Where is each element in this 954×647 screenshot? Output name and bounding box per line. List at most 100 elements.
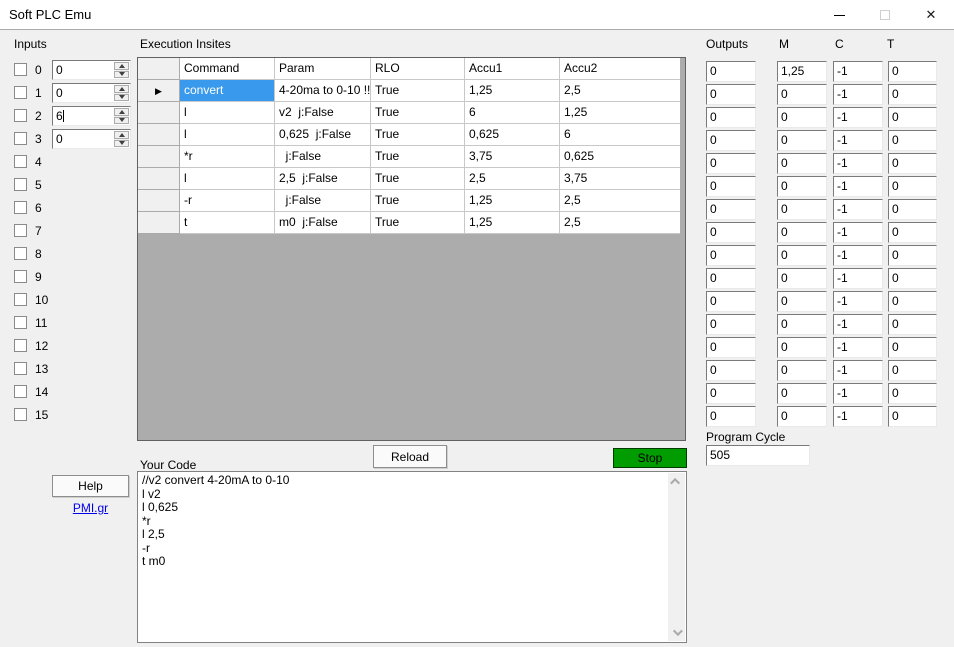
output-field[interactable]: 0	[706, 84, 756, 105]
t-field[interactable]: 0	[888, 245, 937, 266]
m-field[interactable]: 0	[777, 360, 827, 381]
t-field[interactable]: 0	[888, 130, 937, 151]
m-field[interactable]: 0	[777, 314, 827, 335]
code-text[interactable]: //v2 convert 4-20mA to 0-10 l v2 l 0,625…	[142, 474, 664, 640]
registers-panel: 0 1,25 -1 0 0 0 -1 0 0 0 -1 0 0 0 -1 0 0…	[0, 61, 954, 429]
scroll-down-button[interactable]	[668, 624, 685, 641]
t-field[interactable]: 0	[888, 61, 937, 82]
m-field[interactable]: 0	[777, 222, 827, 243]
output-field[interactable]: 0	[706, 337, 756, 358]
output-field[interactable]: 0	[706, 268, 756, 289]
output-field[interactable]: 0	[706, 406, 756, 427]
c-field[interactable]: -1	[833, 268, 883, 289]
register-row: 0 0 -1 0	[0, 130, 954, 153]
output-field[interactable]: 0	[706, 130, 756, 151]
t-field[interactable]: 0	[888, 176, 937, 197]
window-controls	[816, 0, 954, 30]
m-field[interactable]: 0	[777, 153, 827, 174]
c-field[interactable]: -1	[833, 245, 883, 266]
scroll-up-button[interactable]	[668, 473, 685, 490]
m-label: M	[779, 37, 789, 51]
help-button[interactable]: Help	[52, 475, 129, 497]
output-field[interactable]: 0	[706, 291, 756, 312]
m-field[interactable]: 0	[777, 199, 827, 220]
t-field[interactable]: 0	[888, 291, 937, 312]
m-field[interactable]: 0	[777, 383, 827, 404]
code-editor[interactable]: //v2 convert 4-20mA to 0-10 l v2 l 0,625…	[137, 471, 687, 643]
c-field[interactable]: -1	[833, 383, 883, 404]
program-cycle-label: Program Cycle	[706, 430, 785, 444]
t-field[interactable]: 0	[888, 406, 937, 427]
c-field[interactable]: -1	[833, 337, 883, 358]
chevron-down-icon	[673, 626, 683, 636]
close-icon	[926, 7, 937, 23]
t-field[interactable]: 0	[888, 107, 937, 128]
t-field[interactable]: 0	[888, 268, 937, 289]
c-field[interactable]: -1	[833, 291, 883, 312]
c-field[interactable]: -1	[833, 360, 883, 381]
c-field[interactable]: -1	[833, 199, 883, 220]
soft-plc-emu-window: { "window": { "title": "Soft PLC Emu" },…	[0, 0, 954, 647]
output-field[interactable]: 0	[706, 360, 756, 381]
pmi-gr-link[interactable]: PMI.gr	[52, 501, 129, 515]
output-field[interactable]: 0	[706, 61, 756, 82]
register-row: 0 0 -1 0	[0, 314, 954, 337]
m-field[interactable]: 0	[777, 245, 827, 266]
execution-insites-label: Execution Insites	[140, 37, 231, 51]
output-field[interactable]: 0	[706, 153, 756, 174]
m-field[interactable]: 0	[777, 84, 827, 105]
program-cycle-field[interactable]: 505	[706, 445, 810, 466]
minimize-button[interactable]	[816, 0, 862, 30]
t-field[interactable]: 0	[888, 222, 937, 243]
output-field[interactable]: 0	[706, 222, 756, 243]
t-field[interactable]: 0	[888, 360, 937, 381]
stop-button[interactable]: Stop	[613, 448, 687, 468]
m-field[interactable]: 0	[777, 406, 827, 427]
output-field[interactable]: 0	[706, 383, 756, 404]
t-field[interactable]: 0	[888, 84, 937, 105]
output-field[interactable]: 0	[706, 314, 756, 335]
register-row: 0 0 -1 0	[0, 406, 954, 429]
output-field[interactable]: 0	[706, 245, 756, 266]
m-field[interactable]: 1,25	[777, 61, 827, 82]
m-field[interactable]: 0	[777, 291, 827, 312]
c-field[interactable]: -1	[833, 222, 883, 243]
m-field[interactable]: 0	[777, 176, 827, 197]
c-field[interactable]: -1	[833, 61, 883, 82]
window-title: Soft PLC Emu	[9, 7, 91, 22]
register-row: 0 0 -1 0	[0, 199, 954, 222]
c-field[interactable]: -1	[833, 130, 883, 151]
t-field[interactable]: 0	[888, 314, 937, 335]
output-field[interactable]: 0	[706, 107, 756, 128]
c-field[interactable]: -1	[833, 176, 883, 197]
c-field[interactable]: -1	[833, 153, 883, 174]
t-label: T	[887, 37, 894, 51]
outputs-label: Outputs	[706, 37, 748, 51]
t-field[interactable]: 0	[888, 337, 937, 358]
register-row: 0 0 -1 0	[0, 245, 954, 268]
c-field[interactable]: -1	[833, 406, 883, 427]
t-field[interactable]: 0	[888, 383, 937, 404]
m-field[interactable]: 0	[777, 268, 827, 289]
c-field[interactable]: -1	[833, 84, 883, 105]
register-row: 0 0 -1 0	[0, 222, 954, 245]
close-button[interactable]	[908, 0, 954, 30]
vertical-scrollbar[interactable]	[668, 473, 685, 641]
output-field[interactable]: 0	[706, 199, 756, 220]
m-field[interactable]: 0	[777, 130, 827, 151]
t-field[interactable]: 0	[888, 153, 937, 174]
c-field[interactable]: -1	[833, 107, 883, 128]
register-row: 0 0 -1 0	[0, 360, 954, 383]
output-field[interactable]: 0	[706, 176, 756, 197]
register-row: 0 0 -1 0	[0, 176, 954, 199]
register-row: 0 0 -1 0	[0, 337, 954, 360]
m-field[interactable]: 0	[777, 107, 827, 128]
register-row: 0 0 -1 0	[0, 268, 954, 291]
m-field[interactable]: 0	[777, 337, 827, 358]
t-field[interactable]: 0	[888, 199, 937, 220]
c-field[interactable]: -1	[833, 314, 883, 335]
register-row: 0 1,25 -1 0	[0, 61, 954, 84]
c-label: C	[835, 37, 844, 51]
reload-button[interactable]: Reload	[373, 445, 447, 468]
your-code-label: Your Code	[140, 458, 196, 472]
